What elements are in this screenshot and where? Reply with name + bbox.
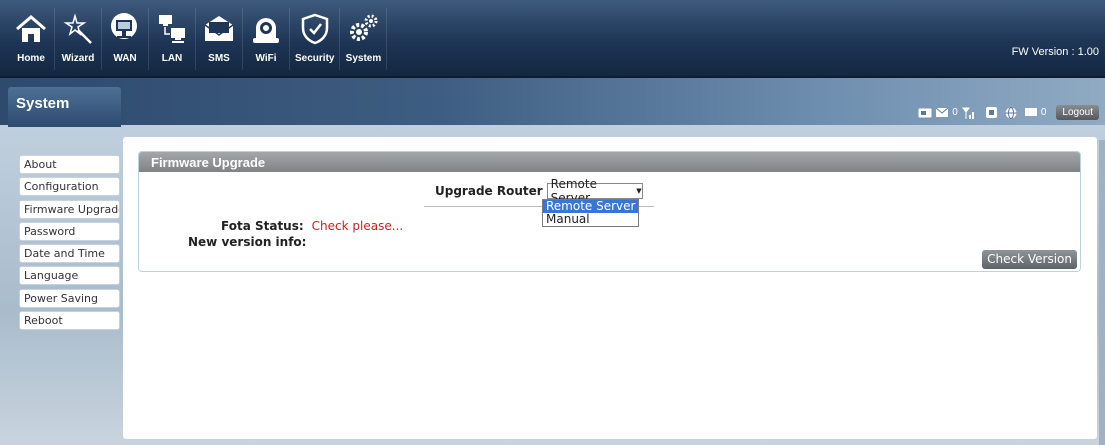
upgrade-router-label: Upgrade Router bbox=[435, 184, 543, 198]
home-icon bbox=[13, 11, 49, 47]
scroll-edge bbox=[1099, 140, 1105, 445]
nav-wifi[interactable]: WiFi bbox=[243, 8, 290, 70]
nav-label: Security bbox=[295, 53, 335, 64]
fota-status-value: Check please... bbox=[311, 219, 404, 233]
panel-header: Firmware Upgrade bbox=[139, 152, 1080, 172]
monitor-globe-icon bbox=[107, 11, 143, 47]
status-icons: 0 0 Logout bbox=[918, 105, 1099, 120]
nav-label: System bbox=[345, 53, 382, 64]
sidebar-item-language[interactable]: Language bbox=[19, 266, 120, 286]
globe-icon bbox=[1004, 106, 1017, 119]
nav-lan[interactable]: LAN bbox=[149, 8, 196, 70]
wifi-router-icon bbox=[248, 11, 284, 47]
nav-wizard[interactable]: Wizard bbox=[55, 8, 102, 70]
computers-icon bbox=[154, 11, 190, 47]
nav-home[interactable]: Home bbox=[8, 8, 55, 70]
shield-icon bbox=[297, 11, 333, 47]
firmware-upgrade-panel: Firmware Upgrade Upgrade Router Remote S… bbox=[138, 151, 1081, 272]
message-icon bbox=[1024, 108, 1037, 117]
check-version-button[interactable]: Check Version bbox=[982, 250, 1077, 269]
sms-count: 0 bbox=[952, 107, 958, 118]
network-type-icon bbox=[985, 107, 997, 118]
sim-icon bbox=[918, 108, 932, 118]
chevron-down-icon: ▼ bbox=[636, 187, 642, 195]
option-manual[interactable]: Manual bbox=[543, 213, 638, 226]
sidebar-item-firmware-upgrade[interactable]: Firmware Upgrade bbox=[19, 199, 120, 219]
nav-wan[interactable]: WAN bbox=[102, 8, 149, 70]
sidebar-item-date-and-time[interactable]: Date and Time bbox=[19, 244, 120, 264]
nav-system[interactable]: System bbox=[340, 8, 388, 70]
nav-label: WAN bbox=[113, 53, 137, 64]
sidebar-item-configuration[interactable]: Configuration bbox=[19, 177, 120, 197]
nav-label: Wizard bbox=[61, 53, 95, 64]
sidebar-item-about[interactable]: About bbox=[19, 155, 120, 174]
sidebar-item-power-saving[interactable]: Power Saving bbox=[19, 288, 120, 308]
nav-label: WiFi bbox=[255, 53, 277, 64]
fw-version: FW Version : 1.00 bbox=[1011, 46, 1099, 58]
sidebar: About Configuration Firmware Upgrade Pas… bbox=[19, 155, 120, 333]
sidebar-item-password[interactable]: Password bbox=[19, 221, 120, 241]
top-nav-bar: Home Wizard WAN LAN SMS WiFi Security Sy… bbox=[0, 0, 1105, 78]
upgrade-router-row: Upgrade Router Remote Server ▼ bbox=[435, 177, 643, 205]
new-version-row: New version info: bbox=[188, 235, 306, 249]
fota-status-row: Fota Status: Check please... bbox=[221, 219, 403, 233]
nav-label: SMS bbox=[208, 53, 230, 64]
nav-sms[interactable]: SMS bbox=[196, 8, 243, 70]
fota-status-label: Fota Status: bbox=[221, 219, 304, 233]
nav-label: Home bbox=[17, 53, 45, 64]
new-version-label: New version info: bbox=[188, 235, 307, 249]
gears-icon bbox=[345, 11, 381, 47]
nav-security[interactable]: Security bbox=[290, 8, 341, 70]
upgrade-method-dropdown: Remote Server Manual bbox=[542, 199, 639, 227]
nav-label: LAN bbox=[161, 53, 183, 64]
message-count: 0 bbox=[1040, 107, 1047, 118]
wand-icon bbox=[60, 11, 96, 47]
upgrade-method-select[interactable]: Remote Server ▼ bbox=[546, 177, 643, 205]
signal-icon bbox=[961, 107, 976, 119]
main-nav: Home Wizard WAN LAN SMS WiFi Security Sy… bbox=[8, 8, 388, 70]
envelope-icon bbox=[201, 11, 237, 47]
sms-envelope-icon bbox=[936, 108, 949, 117]
sidebar-item-reboot[interactable]: Reboot bbox=[19, 311, 120, 331]
logout-button[interactable]: Logout bbox=[1056, 105, 1099, 120]
main-panel: Firmware Upgrade Upgrade Router Remote S… bbox=[123, 137, 1097, 439]
section-title: System bbox=[8, 87, 121, 127]
